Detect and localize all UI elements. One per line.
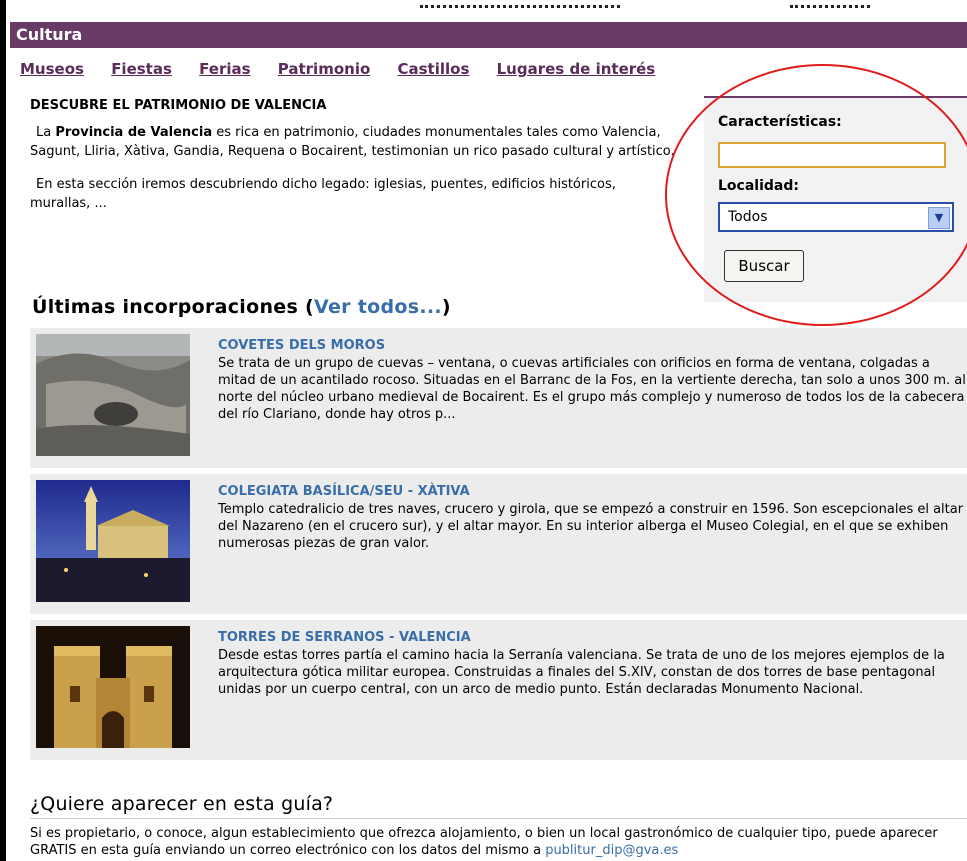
caracteristicas-label: Características:: [718, 114, 842, 130]
intro-text: La: [36, 125, 56, 140]
quiere-paragraph: Si es propietario, o conoce, algun estab…: [30, 826, 938, 858]
section-header: Cultura: [10, 22, 967, 48]
nav-fiestas[interactable]: Fiestas: [111, 60, 172, 78]
nav-castillos[interactable]: Castillos: [398, 60, 470, 78]
divider: [30, 818, 967, 819]
ultimas-title: Últimas incorporaciones (: [32, 296, 314, 318]
chevron-down-icon[interactable]: ▼: [928, 207, 950, 229]
intro-paragraph-1: La Provincia de Valencia es rica en patr…: [30, 123, 680, 161]
item-description: Templo catedralicio de tres naves, cruce…: [218, 502, 964, 551]
list-item: COLEGIATA BASÍLICA/SEU - XÀTIVA Templo c…: [30, 474, 967, 614]
ultimas-heading: Últimas incorporaciones (Ver todos...): [32, 296, 451, 318]
ultimas-close: ): [441, 296, 451, 318]
list-item: COVETES DELS MOROS Se trata de un grupo …: [30, 328, 967, 468]
quiere-heading: ¿Quiere aparecer en esta guía?: [30, 793, 334, 815]
section-title: Cultura: [16, 25, 83, 44]
intro-bold-text: Provincia de Valencia: [55, 125, 213, 140]
list-item: TORRES DE SERRANOS - VALENCIA Desde esta…: [30, 620, 967, 760]
buscar-button[interactable]: Buscar: [724, 250, 804, 282]
intro-paragraph-2: En esta sección iremos descubriendo dich…: [30, 177, 616, 211]
item-title-link[interactable]: TORRES DE SERRANOS - VALENCIA: [218, 630, 471, 645]
item-title-link[interactable]: COLEGIATA BASÍLICA/SEU - XÀTIVA: [218, 484, 470, 499]
quiere-text: Si es propietario, o conoce, algun estab…: [30, 825, 967, 859]
basilica-thumbnail[interactable]: [36, 480, 190, 602]
caracteristicas-input[interactable]: [718, 142, 946, 168]
torres-thumbnail[interactable]: [36, 626, 190, 748]
intro-heading: DESCUBRE EL PATRIMONIO DE VALENCIA: [30, 98, 327, 113]
nav-patrimonio[interactable]: Patrimonio: [278, 60, 370, 78]
nav-lugares[interactable]: Lugares de interés: [497, 60, 656, 78]
screenshot-border: [0, 0, 6, 861]
cropped-text-fragment: [790, 0, 870, 8]
top-frame: [0, 0, 967, 18]
email-link[interactable]: publitur_dip@gva.es: [545, 843, 678, 858]
ver-todos-link[interactable]: Ver todos...: [314, 296, 442, 318]
nav-museos[interactable]: Museos: [20, 60, 84, 78]
localidad-selected-value: Todos: [728, 209, 768, 225]
localidad-select[interactable]: Todos ▼: [718, 202, 954, 232]
cropped-text-fragment: [420, 0, 620, 8]
localidad-label: Localidad:: [718, 178, 799, 194]
category-nav: Museos Fiestas Ferias Patrimonio Castill…: [20, 60, 677, 78]
cave-thumbnail[interactable]: [36, 334, 190, 456]
item-description: Desde estas torres partía el camino haci…: [218, 648, 945, 697]
intro-section: DESCUBRE EL PATRIMONIO DE VALENCIA La Pr…: [30, 96, 680, 227]
nav-ferias[interactable]: Ferias: [199, 60, 250, 78]
search-panel: Características: Localidad: Todos ▼ Busc…: [704, 96, 967, 302]
item-title-link[interactable]: COVETES DELS MOROS: [218, 338, 385, 353]
item-description: Se trata de un grupo de cuevas – ventana…: [218, 356, 966, 422]
